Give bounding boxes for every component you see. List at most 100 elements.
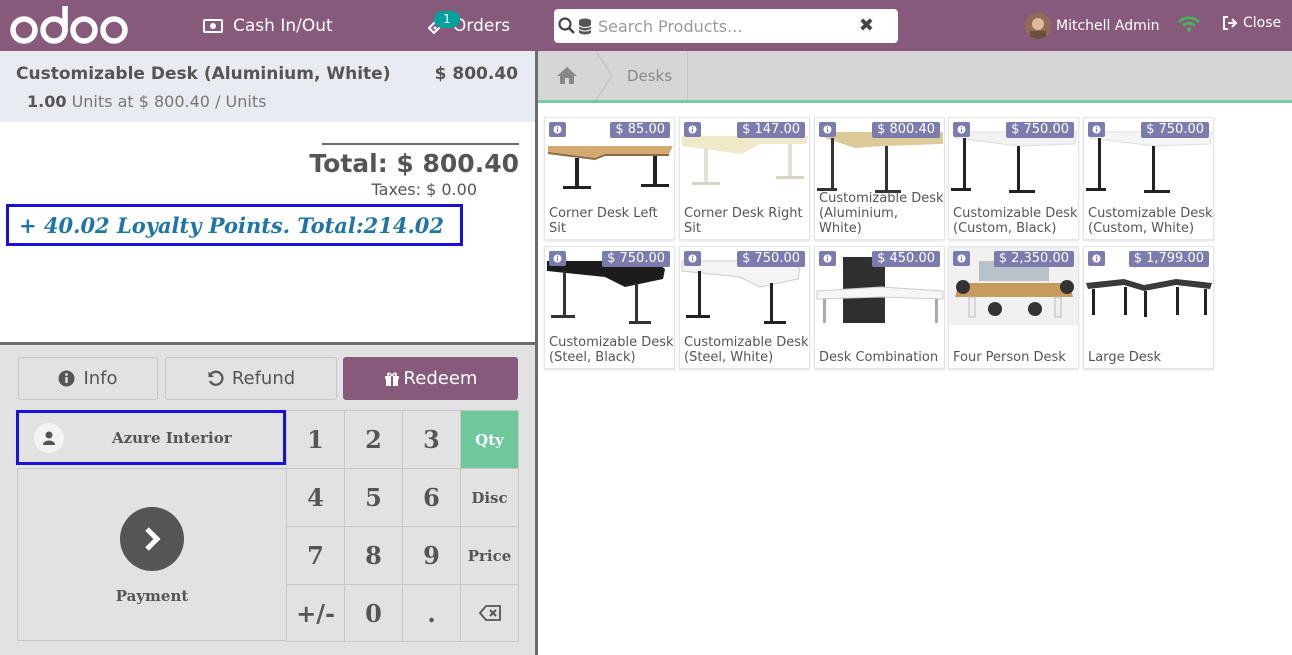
close-label: Close xyxy=(1243,15,1282,31)
numpad-key-9[interactable]: 9 xyxy=(403,527,461,585)
orders-label: Orders xyxy=(453,15,511,36)
product-info-icon[interactable] xyxy=(819,251,836,266)
customer-name: Azure Interior xyxy=(112,428,232,447)
breadcrumb: Desks xyxy=(538,51,1292,103)
numpad-key-2[interactable]: 2 xyxy=(345,411,403,469)
qty-mode-button[interactable]: Qty xyxy=(461,411,519,469)
user-icon xyxy=(34,422,64,453)
home-icon xyxy=(557,67,577,84)
numpad-key-0[interactable]: 0 xyxy=(345,585,403,642)
product-price: $ 85.00 xyxy=(610,122,670,138)
order-line-price: $ 800.40 xyxy=(434,64,518,84)
numpad-key-6[interactable]: 6 xyxy=(403,469,461,527)
product-price: $ 2,350.00 xyxy=(993,251,1074,267)
product-card[interactable]: $ 85.00 Corner Desk Left Sit xyxy=(544,117,675,240)
product-card[interactable]: $ 750.00 Customizable Desk (Custom, Blac… xyxy=(948,117,1079,240)
product-info-icon[interactable] xyxy=(549,251,566,266)
product-name: Customizable Desk (Steel, White) xyxy=(684,335,809,365)
numpad-key-4[interactable]: 4 xyxy=(287,469,345,527)
customer-button[interactable]: Azure Interior xyxy=(16,410,286,465)
product-name: Customizable Desk (Aluminium, White) xyxy=(819,191,944,236)
product-card[interactable]: $ 147.00 Corner Desk Right Sit xyxy=(679,117,810,240)
order-pane: Customizable Desk (Aluminium, White) $ 8… xyxy=(0,51,535,655)
product-price: $ 750.00 xyxy=(602,251,670,267)
search-input[interactable] xyxy=(598,16,858,36)
product-info-icon[interactable] xyxy=(1088,251,1105,266)
product-card[interactable]: $ 800.40 Customizable Desk (Aluminium, W… xyxy=(814,117,945,240)
odoo-logo xyxy=(10,6,128,44)
breadcrumb-home[interactable] xyxy=(538,51,596,100)
search-icon xyxy=(558,17,575,34)
payment-label: Payment xyxy=(115,587,189,605)
product-card[interactable]: $ 1,799.00 Large Desk xyxy=(1083,246,1214,369)
orders-count-badge: 1 xyxy=(434,11,460,28)
refund-button[interactable]: Refund xyxy=(165,357,337,400)
sign-out-icon xyxy=(1223,16,1238,30)
product-price: $ 147.00 xyxy=(737,122,805,138)
numpad-key-7[interactable]: 7 xyxy=(287,527,345,585)
loyalty-points-text: + 40.02 Loyalty Points. Total:214.02 xyxy=(19,212,445,238)
product-card[interactable]: $ 450.00 Desk Combination xyxy=(814,246,945,369)
numpad-key-8[interactable]: 8 xyxy=(345,527,403,585)
product-info-icon[interactable] xyxy=(819,122,836,137)
numpad-key-1[interactable]: 1 xyxy=(287,411,345,469)
numpad-key-5[interactable]: 5 xyxy=(345,469,403,527)
refund-label: Refund xyxy=(231,368,296,389)
product-card[interactable]: $ 750.00 Customizable Desk (Custom, Whit… xyxy=(1083,117,1214,240)
product-price: $ 750.00 xyxy=(1141,122,1209,138)
gift-icon xyxy=(384,372,399,386)
numpad-key-decimal[interactable]: . xyxy=(403,585,461,642)
redeem-label: Redeem xyxy=(403,368,478,389)
money-icon xyxy=(203,18,223,33)
product-name: Customizable Desk (Steel, Black) xyxy=(549,335,674,365)
product-name: Corner Desk Right Sit xyxy=(684,206,803,236)
product-price: $ 450.00 xyxy=(872,251,940,267)
product-info-icon[interactable] xyxy=(953,122,970,137)
product-card[interactable]: $ 750.00 Customizable Desk (Steel, Black… xyxy=(544,246,675,369)
product-card[interactable]: $ 2,350.00 Four Person Desk xyxy=(948,246,1079,369)
product-name: Desk Combination xyxy=(819,350,939,365)
order-line[interactable]: Customizable Desk (Aluminium, White) $ 8… xyxy=(0,51,535,122)
user-menu[interactable]: Mitchell Admin xyxy=(1025,12,1160,39)
payment-button[interactable]: Payment xyxy=(17,468,287,641)
product-name: Large Desk xyxy=(1088,350,1162,365)
user-name: Mitchell Admin xyxy=(1056,17,1160,34)
wifi-icon xyxy=(1178,16,1200,32)
product-info-icon[interactable] xyxy=(1088,122,1105,137)
order-line-name: Customizable Desk (Aluminium, White) xyxy=(16,64,391,84)
product-card[interactable]: $ 750.00 Customizable Desk (Steel, White… xyxy=(679,246,810,369)
search-bar[interactable]: ✖ xyxy=(554,9,898,43)
clear-search-icon[interactable]: ✖ xyxy=(859,15,874,36)
info-button[interactable]: Info xyxy=(18,357,158,400)
disc-mode-button[interactable]: Disc xyxy=(461,469,519,527)
product-name: Corner Desk Left Sit xyxy=(549,206,658,236)
numpad: 1 2 3 Qty 4 5 6 Disc 7 8 9 Price +/- 0 . xyxy=(286,410,519,642)
product-info-icon[interactable] xyxy=(549,122,566,137)
product-info-icon[interactable] xyxy=(684,122,701,137)
product-name: Four Person Desk xyxy=(953,350,1066,365)
close-button[interactable]: Close xyxy=(1222,15,1281,31)
order-line-info: 1.00 Units at $ 800.40 / Units xyxy=(27,92,266,111)
loyalty-points-banner: + 40.02 Loyalty Points. Total:214.02 xyxy=(6,204,463,246)
redeem-button[interactable]: Redeem xyxy=(343,357,518,400)
product-price: $ 800.40 xyxy=(872,122,940,138)
product-info-icon[interactable] xyxy=(953,251,970,266)
numpad-key-plus-minus[interactable]: +/- xyxy=(287,585,345,642)
order-line-qty: 1.00 xyxy=(27,92,67,111)
product-name: Customizable Desk (Custom, White) xyxy=(1088,206,1213,236)
product-info-icon[interactable] xyxy=(684,251,701,266)
control-panel: Info Refund Redeem Azure Interior Paymen… xyxy=(0,342,535,655)
order-line-unit-info: Units at $ 800.40 / Units xyxy=(71,92,267,111)
cash-in-out-label: Cash In/Out xyxy=(233,15,333,36)
product-price: $ 750.00 xyxy=(1006,122,1074,138)
backspace-button[interactable] xyxy=(461,585,519,642)
database-icon xyxy=(578,18,592,34)
order-taxes: Taxes: $ 0.00 xyxy=(371,180,477,199)
price-mode-button[interactable]: Price xyxy=(461,527,519,585)
numpad-key-3[interactable]: 3 xyxy=(403,411,461,469)
breadcrumb-category[interactable]: Desks xyxy=(612,51,688,100)
order-total: Total: $ 800.40 xyxy=(309,149,519,178)
backspace-icon xyxy=(478,605,501,621)
info-label: Info xyxy=(83,368,118,389)
cash-in-out-button[interactable]: Cash In/Out xyxy=(203,0,333,51)
